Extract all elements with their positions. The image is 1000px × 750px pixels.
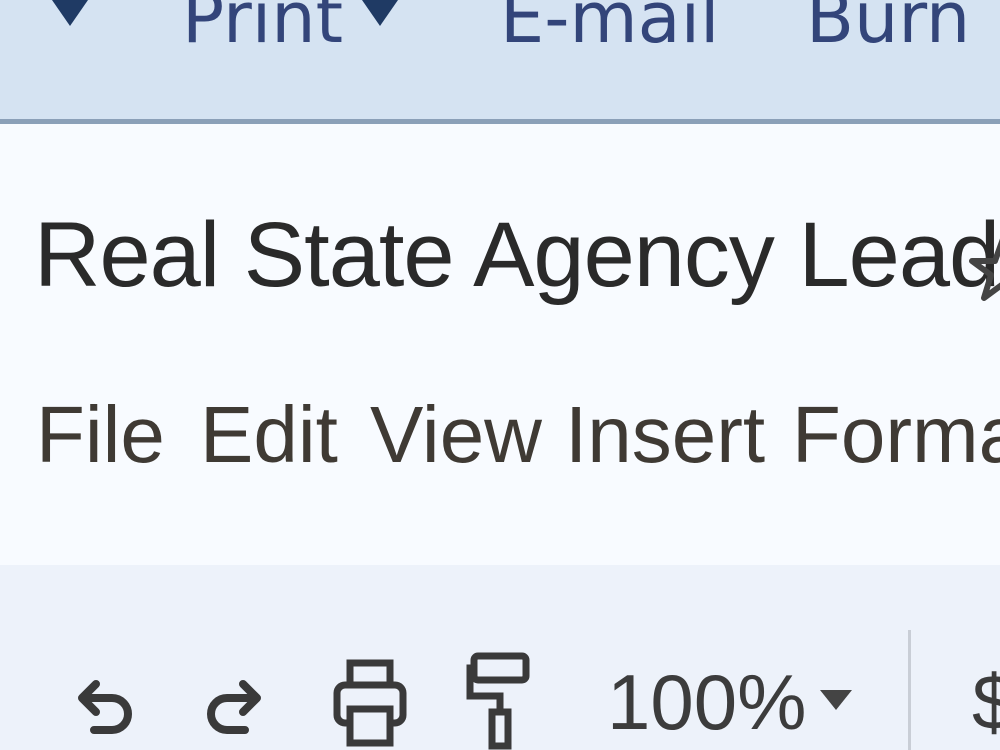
email-menu-button[interactable]: E-mail	[500, 0, 719, 58]
app-window: Print E-mail Burn Real State Agency Lead…	[0, 0, 1000, 750]
format-currency-button[interactable]: $	[972, 657, 1000, 747]
menu-edit[interactable]: Edit	[200, 385, 338, 485]
menu-format[interactable]: Format	[792, 385, 1000, 485]
menu-file[interactable]: File	[36, 385, 165, 485]
toolbar-divider	[908, 630, 911, 750]
star-outline-icon[interactable]	[968, 234, 1000, 304]
menu-bar: File Edit View Insert Format	[0, 385, 1000, 485]
document-title[interactable]: Real State Agency Leads	[34, 200, 1000, 310]
menu-insert[interactable]: Insert	[565, 385, 765, 485]
print-dropdown-arrow-icon[interactable]	[362, 0, 398, 26]
paint-format-icon[interactable]	[466, 650, 530, 750]
menu-view[interactable]: View	[370, 385, 542, 485]
formatting-toolbar: 100% $	[0, 565, 1000, 750]
burn-menu-button[interactable]: Burn	[806, 0, 970, 58]
print-icon[interactable]	[332, 657, 408, 750]
undo-icon[interactable]	[72, 670, 134, 750]
print-menu-button[interactable]: Print	[182, 0, 343, 58]
redo-icon[interactable]	[205, 670, 267, 750]
dropdown-arrow-icon[interactable]	[52, 0, 88, 26]
zoom-dropdown-icon[interactable]	[820, 690, 852, 710]
top-toolbar: Print E-mail Burn	[0, 0, 1000, 124]
zoom-select[interactable]: 100%	[607, 657, 807, 747]
